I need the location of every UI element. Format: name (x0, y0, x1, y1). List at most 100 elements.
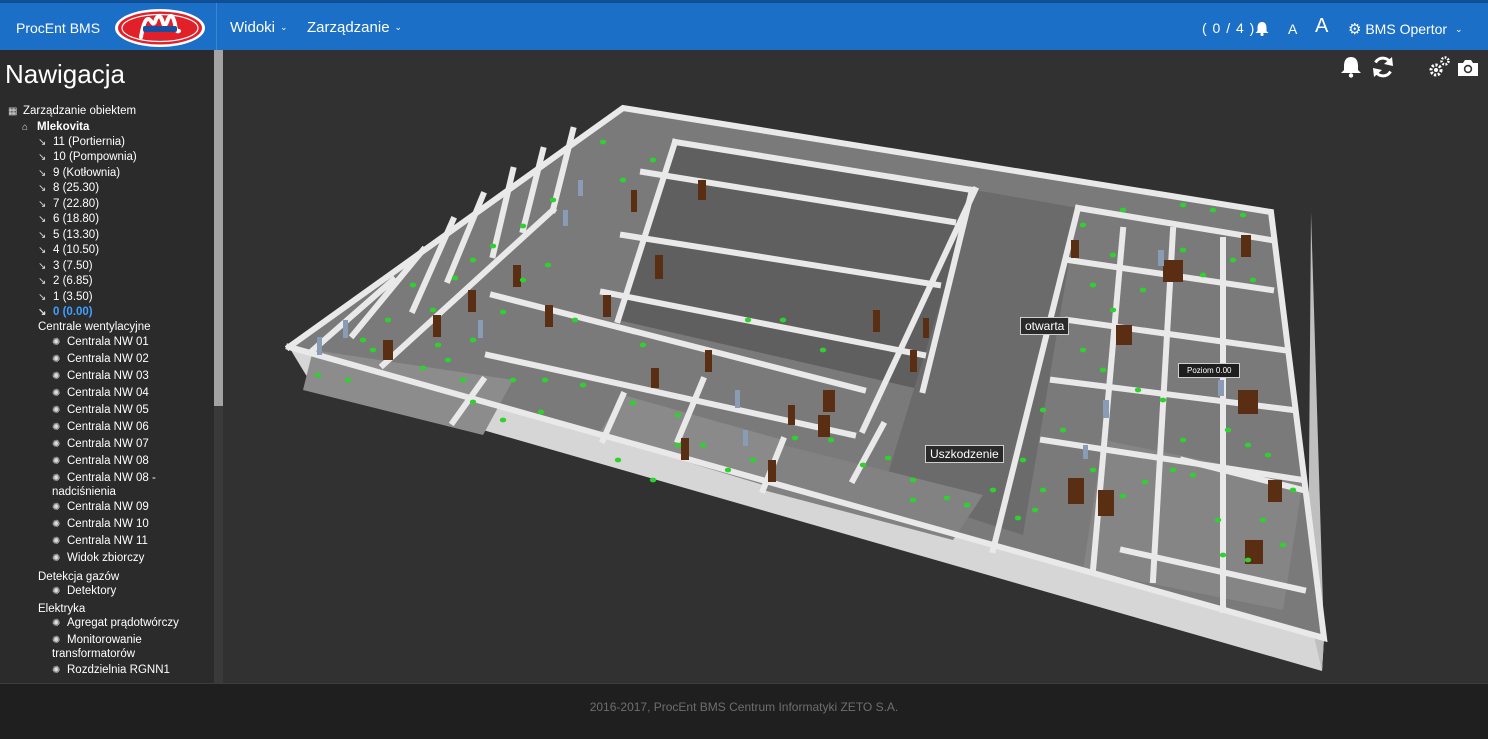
sensor-marker[interactable] (639, 342, 647, 348)
sensor-marker[interactable] (1224, 427, 1232, 433)
tree-item-level[interactable]: ↘ 9 (Kotłownia) (38, 167, 120, 180)
sensor-marker[interactable] (429, 307, 437, 313)
menu-views[interactable]: Widoki ⌄ (230, 19, 288, 36)
alarm-counter[interactable]: ( 0 / 4 ) (1202, 20, 1255, 36)
tree-item-unit[interactable]: ✺ Centrala NW 09 (52, 501, 149, 514)
sensor-marker[interactable] (674, 412, 682, 418)
sensor-marker[interactable] (419, 365, 427, 371)
sensor-marker[interactable] (549, 197, 557, 203)
tree-item-root[interactable]: ▦ Zarządzanie obiektem (8, 105, 136, 118)
sensor-marker[interactable] (1259, 517, 1267, 523)
sensor-marker[interactable] (469, 257, 477, 263)
tree-group-electric[interactable]: Elektryka (38, 603, 85, 616)
sensor-marker[interactable] (699, 442, 707, 448)
sensor-marker[interactable] (599, 139, 607, 145)
sensor-marker[interactable] (1179, 437, 1187, 443)
sensor-marker[interactable] (779, 317, 787, 323)
sensor-marker[interactable] (571, 317, 579, 323)
sensor-marker[interactable] (909, 497, 917, 503)
sensor-marker[interactable] (451, 275, 459, 281)
tree-item-unit-wrap[interactable]: transformatorów (52, 648, 135, 661)
sensor-marker[interactable] (499, 309, 507, 315)
sensor-marker[interactable] (819, 347, 827, 353)
sensor-marker[interactable] (499, 417, 507, 423)
tree-item-level[interactable]: ↘ 1 (3.50) (38, 291, 93, 304)
tree-item-level-active[interactable]: ↘ 0 (0.00) (38, 306, 93, 319)
sensor-marker[interactable] (1199, 272, 1207, 278)
tree-item-unit[interactable]: ✺ Rozdzielnia RGNN1 (52, 664, 170, 677)
sensor-marker[interactable] (1039, 487, 1047, 493)
sensor-marker[interactable] (1119, 493, 1127, 499)
sensor-marker[interactable] (1249, 277, 1257, 283)
sensor-marker[interactable] (1159, 397, 1167, 403)
sensor-marker[interactable] (1244, 557, 1252, 563)
sensor-marker[interactable] (434, 342, 442, 348)
sensor-marker[interactable] (1089, 467, 1097, 473)
tree-item-unit[interactable]: ✺ Centrala NW 03 (52, 370, 149, 383)
sensor-marker[interactable] (1214, 517, 1222, 523)
sensor-marker[interactable] (1109, 307, 1117, 313)
tree-item-unit[interactable]: ✺ Centrala NW 07 (52, 438, 149, 451)
sensor-marker[interactable] (649, 477, 657, 483)
tree-item-unit[interactable]: ✺ Centrala NW 08 - (52, 472, 156, 485)
sensor-marker[interactable] (519, 223, 527, 229)
sensor-marker[interactable] (749, 457, 757, 463)
tree-item-level[interactable]: ↘ 6 (18.80) (38, 213, 99, 226)
sensor-marker[interactable] (791, 435, 799, 441)
floor-plan-render[interactable] (223, 50, 1488, 683)
sensor-marker[interactable] (459, 377, 467, 383)
sensor-marker[interactable] (1189, 472, 1197, 478)
sensor-marker[interactable] (314, 372, 322, 378)
sensor-marker[interactable] (1141, 479, 1149, 485)
tree-item-unit[interactable]: ✺ Centrala NW 04 (52, 387, 149, 400)
tree-item-unit[interactable]: ✺ Monitorowanie (52, 634, 142, 647)
user-menu[interactable]: ⚙ BMS Opertor ⌄ (1348, 20, 1463, 38)
tree-item-level[interactable]: ↘ 11 (Portiernia) (38, 136, 125, 149)
sensor-marker[interactable] (537, 409, 545, 415)
sensor-marker[interactable] (1209, 207, 1217, 213)
sensor-marker[interactable] (619, 177, 627, 183)
bell-icon[interactable] (1339, 56, 1363, 78)
sensor-marker[interactable] (1079, 347, 1087, 353)
sensor-marker[interactable] (1279, 542, 1287, 548)
sensor-marker[interactable] (963, 502, 971, 508)
sidebar-scroll-thumb[interactable] (214, 50, 223, 406)
sensor-marker[interactable] (519, 277, 527, 283)
sensor-marker[interactable] (1139, 287, 1147, 293)
tree-item-unit[interactable]: ✺ Centrala NW 06 (52, 421, 149, 434)
sensor-marker[interactable] (989, 487, 997, 493)
sensor-marker[interactable] (859, 462, 867, 468)
tree-group-ventilation[interactable]: Centrale wentylacyjne (38, 321, 151, 334)
tree-item-unit[interactable]: ✺ Centrala NW 05 (52, 404, 149, 417)
sensor-marker[interactable] (489, 243, 497, 249)
sensor-marker[interactable] (674, 442, 682, 448)
sensor-marker[interactable] (469, 399, 477, 405)
sensor-marker[interactable] (369, 347, 377, 353)
sensor-marker[interactable] (1059, 427, 1067, 433)
sensor-marker[interactable] (744, 317, 752, 323)
sensor-marker[interactable] (629, 400, 637, 406)
sensor-marker[interactable] (444, 357, 452, 363)
tree-item-level[interactable]: ↘ 10 (Pompownia) (38, 151, 137, 164)
gears-icon[interactable] (1428, 55, 1452, 79)
sensor-marker[interactable] (1099, 367, 1107, 373)
sensor-marker[interactable] (614, 457, 622, 463)
sensor-marker[interactable] (1264, 452, 1272, 458)
sensor-marker[interactable] (1219, 552, 1227, 558)
menu-manage[interactable]: Zarządzanie ⌄ (307, 19, 402, 36)
font-decrease-button[interactable]: A (1288, 21, 1297, 37)
sensor-marker[interactable] (1179, 247, 1187, 253)
sensor-marker[interactable] (579, 382, 587, 388)
floorplan-3d-view[interactable]: otwarta Uszkodzenie Poziom 0.00 (223, 50, 1488, 683)
sensor-marker[interactable] (541, 377, 549, 383)
brand-name[interactable]: ProcEnt BMS (16, 20, 100, 36)
font-increase-button[interactable]: A (1315, 15, 1328, 38)
sensor-marker[interactable] (649, 157, 657, 163)
tree-item-unit[interactable]: ✺ Agregat prądotwórczy (52, 617, 179, 630)
tree-item-unit[interactable]: ✺ Centrala NW 01 (52, 336, 149, 349)
sensor-marker[interactable] (1134, 387, 1142, 393)
bell-icon[interactable] (1254, 21, 1270, 36)
fault-status-tag[interactable]: Uszkodzenie (925, 445, 1004, 463)
sensor-marker[interactable] (469, 337, 477, 343)
sensor-marker[interactable] (1031, 507, 1039, 513)
